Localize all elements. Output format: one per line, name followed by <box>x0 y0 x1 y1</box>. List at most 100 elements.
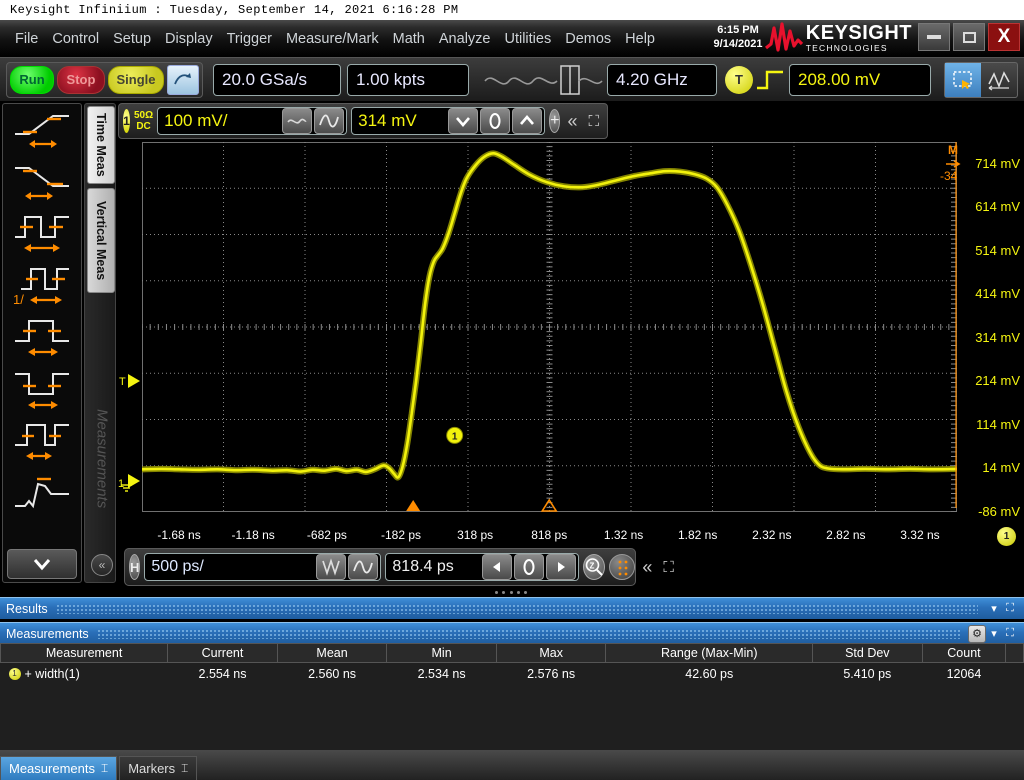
fall-time-icon[interactable] <box>6 156 78 208</box>
horizontal-pin-icon[interactable]: ⛶ <box>659 559 678 576</box>
pulse-area-icon[interactable] <box>6 468 78 520</box>
results-pin-icon[interactable]: ⛶ <box>1002 601 1018 617</box>
frequency-icon[interactable]: 1/ <box>6 260 78 312</box>
pin-icon[interactable]: ⌶ <box>181 761 188 776</box>
menu-item-setup[interactable]: Setup <box>106 29 158 49</box>
offset-down-button[interactable] <box>448 108 478 134</box>
menu-item-file[interactable]: File <box>8 29 45 49</box>
time-tick-label: 1.82 ns <box>678 528 717 542</box>
voltage-tick-label: 614 mV <box>975 199 1020 214</box>
left-edge-markers: T 1 <box>118 140 146 512</box>
results-collapse-icon[interactable]: ▾ <box>986 601 1002 617</box>
autoscale-button[interactable] <box>167 65 199 95</box>
horizontal-badge[interactable]: H <box>129 554 140 580</box>
gear-icon[interactable]: ⚙ <box>968 625 986 643</box>
period-icon[interactable] <box>6 208 78 260</box>
table-row[interactable]: 1+ width(1)2.554 ns2.560 ns2.534 ns2.576… <box>1 663 1024 685</box>
nudge-left-icon <box>489 560 505 574</box>
channel-indicator-badge[interactable]: 1 <box>997 527 1016 546</box>
measurement-name-cell: 1+ width(1) <box>1 663 168 685</box>
rise-time-icon[interactable] <box>6 104 78 156</box>
waveform-measure-button[interactable] <box>981 63 1017 97</box>
nudge-right-icon <box>553 560 569 574</box>
offset-zero-button[interactable] <box>480 108 510 134</box>
xy-mode-button[interactable] <box>348 554 378 580</box>
table-column-header[interactable]: Range (Max-Min) <box>606 644 813 663</box>
horizontal-control-bar: H 500 ps/ 818.4 ps <box>124 548 636 586</box>
bottom-tab-measurements[interactable]: Measurements⌶ <box>0 756 117 780</box>
menu-item-math[interactable]: Math <box>386 29 432 49</box>
table-column-header[interactable] <box>1006 644 1024 663</box>
positive-width-icon[interactable] <box>6 312 78 364</box>
measurements-panel-title: Measurements <box>6 627 89 641</box>
nudge-left-button[interactable] <box>482 554 512 580</box>
marquee-select-button[interactable] <box>945 63 981 97</box>
measurements-table-body: 1+ width(1)2.554 ns2.560 ns2.534 ns2.576… <box>1 663 1024 685</box>
segmented-memory-icon <box>610 555 636 581</box>
trigger-badge[interactable]: T <box>725 66 753 94</box>
pin-icon[interactable]: ⌶ <box>101 761 108 776</box>
segmented-memory-button[interactable] <box>609 554 635 580</box>
sample-rate-value[interactable]: 20.0 GSa/s <box>222 70 307 90</box>
close-button[interactable]: X <box>988 23 1020 51</box>
menu-item-utilities[interactable]: Utilities <box>497 29 558 49</box>
menu-item-trigger[interactable]: Trigger <box>220 29 279 49</box>
table-column-header[interactable]: Measurement <box>1 644 168 663</box>
panel-resize-grabber[interactable] <box>495 588 527 596</box>
cursor-marker-label: 1 <box>452 431 458 442</box>
ac-coupling-button[interactable] <box>314 108 344 134</box>
lowpass-filter-button[interactable] <box>282 108 312 134</box>
trigger-level-value[interactable]: 208.00 mV <box>798 70 880 90</box>
duty-cycle-icon[interactable] <box>6 416 78 468</box>
roll-mode-button[interactable] <box>316 554 346 580</box>
window-controls: X <box>918 23 1020 51</box>
table-column-header[interactable]: Min <box>387 644 497 663</box>
stop-button[interactable]: Stop <box>57 66 105 94</box>
bandwidth-field: 4.20 GHz <box>607 64 717 96</box>
tab-vertical-meas[interactable]: Vertical Meas <box>87 188 115 293</box>
tab-time-meas[interactable]: Time Meas <box>87 106 115 184</box>
menu-item-analyze[interactable]: Analyze <box>432 29 498 49</box>
channel-scale-value[interactable]: 100 mV/ <box>164 111 282 131</box>
channel-number-badge[interactable]: 1 <box>123 109 130 133</box>
horizontal-collapse-icon[interactable]: « <box>639 557 655 578</box>
trigger-edge-icon[interactable] <box>755 66 785 94</box>
nudge-right-button[interactable] <box>546 554 576 580</box>
graticule-grid[interactable]: 1 <box>142 142 957 512</box>
menu-item-control[interactable]: Control <box>45 29 106 49</box>
zoom-button[interactable]: Z <box>583 554 605 580</box>
channel-offset-value[interactable]: 314 mV <box>358 111 448 131</box>
add-channel-button[interactable]: + <box>549 109 560 133</box>
table-column-header[interactable]: Max <box>496 644 606 663</box>
table-column-header[interactable]: Count <box>922 644 1006 663</box>
negative-width-icon[interactable] <box>6 364 78 416</box>
minimize-button[interactable] <box>918 23 950 51</box>
table-column-header[interactable]: Std Dev <box>813 644 923 663</box>
position-zero-button[interactable] <box>514 554 544 580</box>
memory-depth-value[interactable]: 1.00 kpts <box>356 70 425 90</box>
collapse-left-icon[interactable]: « <box>91 554 113 576</box>
bottom-tab-markers[interactable]: Markers⌶ <box>119 756 197 780</box>
offset-up-button[interactable] <box>512 108 542 134</box>
channel-pin-icon[interactable]: ⛶ <box>584 113 603 130</box>
measurements-header-grip <box>97 629 960 639</box>
voltage-tick-label: 114 mV <box>976 417 1020 432</box>
more-measurements-button[interactable] <box>7 549 77 579</box>
restore-button[interactable] <box>953 23 985 51</box>
channel-collapse-icon[interactable]: « <box>564 111 580 132</box>
run-button[interactable]: Run <box>10 66 54 94</box>
measurements-pin-icon[interactable]: ⛶ <box>1002 626 1018 642</box>
menu-item-measure-mark[interactable]: Measure/Mark <box>279 29 386 49</box>
menu-item-display[interactable]: Display <box>158 29 220 49</box>
measurements-collapse-icon[interactable]: ▾ <box>986 626 1002 642</box>
menu-item-help[interactable]: Help <box>618 29 662 49</box>
table-column-header[interactable]: Current <box>168 644 278 663</box>
timebase-scale-value[interactable]: 500 ps/ <box>151 558 316 576</box>
menu-item-demos[interactable]: Demos <box>558 29 618 49</box>
offset-zero-icon <box>486 112 504 130</box>
table-column-header[interactable]: Mean <box>277 644 387 663</box>
waveform-display[interactable]: 1 T 1 M -34 714 mV614 mV514 mV414 mV314 … <box>118 140 1024 525</box>
single-button[interactable]: Single <box>108 66 164 94</box>
timebase-position-value[interactable]: 818.4 ps <box>392 558 482 576</box>
bandwidth-value[interactable]: 4.20 GHz <box>616 70 688 90</box>
